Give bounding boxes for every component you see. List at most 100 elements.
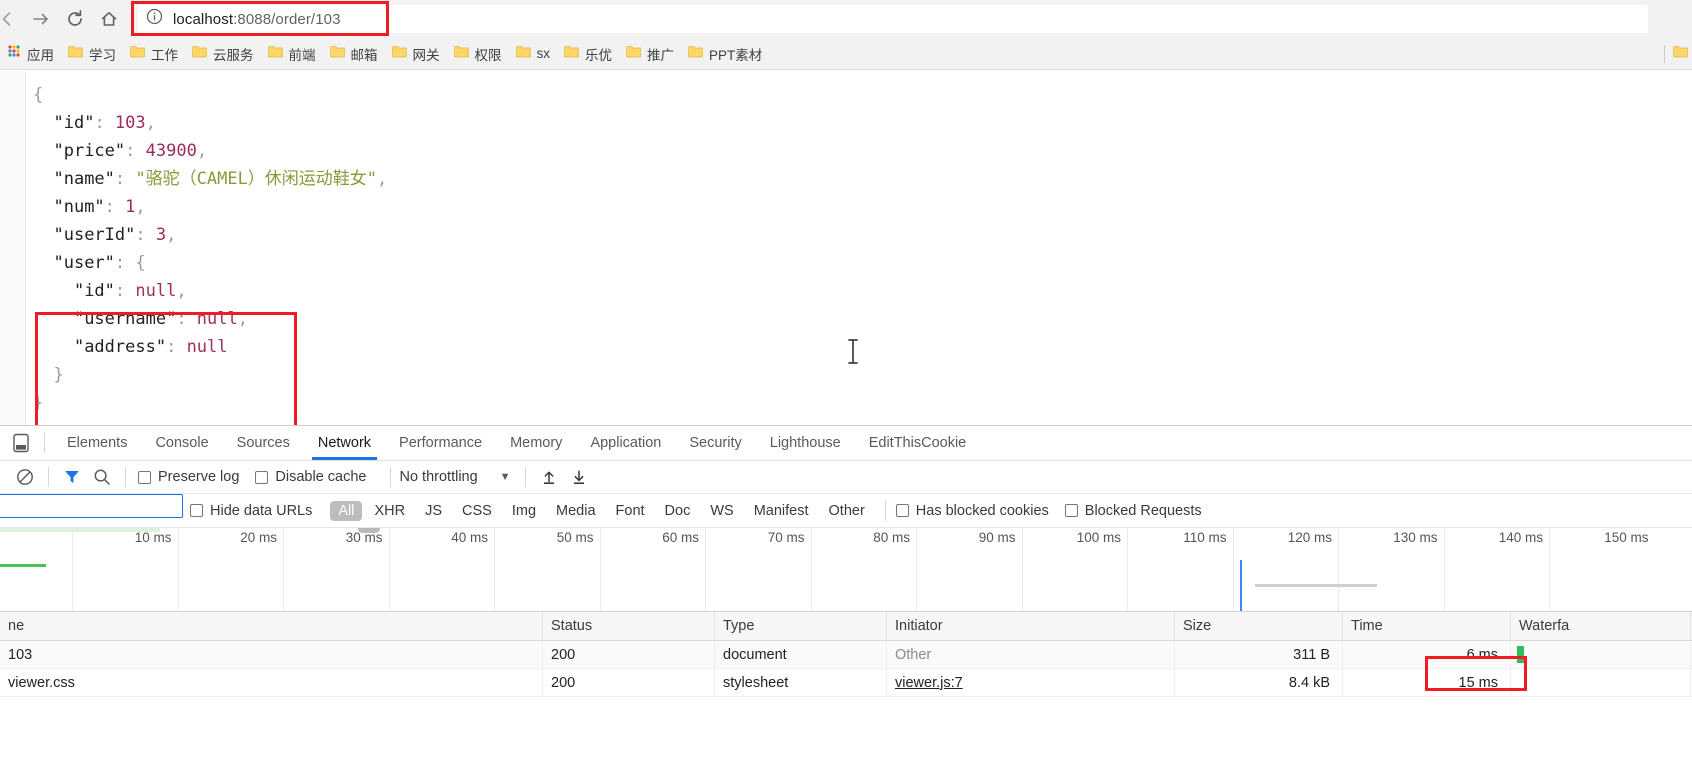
bookmark-item[interactable]: 学习 [61, 42, 123, 66]
filter-input[interactable] [0, 494, 183, 518]
bookmark-item[interactable]: 前端 [261, 42, 323, 66]
column-header-status[interactable]: Status [543, 611, 715, 641]
url-path: :8088/order/103 [233, 10, 341, 28]
json-token-punct: : [114, 253, 136, 273]
checkbox-box[interactable] [1064, 504, 1078, 517]
json-line: { [33, 81, 387, 109]
timeline-tick: 20 ms [177, 528, 284, 611]
network-timeline-overview[interactable]: 10 ms 20 ms 30 ms 40 ms 50 ms 60 ms 70 ms 80 ms… [0, 528, 1692, 612]
json-token-key: "userId" [53, 225, 136, 245]
bookmark-item[interactable]: 工作 [123, 42, 185, 66]
bookmark-item[interactable]: 云服务 [185, 42, 261, 66]
column-header-time[interactable]: Time [1343, 611, 1511, 641]
reload-icon[interactable] [58, 4, 92, 34]
initiator-link[interactable]: viewer.js:7 [895, 675, 963, 691]
type-chip-css[interactable]: CSS [454, 501, 500, 521]
tab-sources[interactable]: Sources [223, 426, 304, 460]
info-circle-icon[interactable] [146, 8, 163, 30]
timeline-tick: 60 ms [599, 528, 706, 611]
address-bar[interactable]: localhost:8088/order/103 [138, 5, 1648, 33]
json-token-null: null [186, 337, 228, 357]
divider [1664, 44, 1665, 63]
bookmark-item[interactable]: PPT素材 [681, 42, 769, 66]
tab-lighthouse[interactable]: Lighthouse [756, 426, 855, 460]
blocked-requests-checkbox[interactable]: Blocked Requests [1064, 503, 1202, 519]
bookmark-item[interactable]: 权限 [447, 42, 509, 66]
column-header-size[interactable]: Size [1175, 611, 1343, 641]
chevron-down-icon[interactable]: ▼ [500, 471, 511, 483]
bookmark-item[interactable]: 推广 [619, 42, 681, 66]
folder-icon [688, 45, 703, 63]
json-line: "username": null, [33, 305, 387, 333]
json-token-punct: : [94, 113, 115, 133]
cell-time: 15 ms [1343, 668, 1511, 697]
column-header-name[interactable]: ne [0, 611, 543, 641]
cell-initiator[interactable]: viewer.js:7 [887, 668, 1175, 697]
tab-application[interactable]: Application [576, 426, 675, 460]
json-line: "name": "骆驼（CAMEL）休闲运动鞋女", [33, 165, 387, 193]
bookmark-label: 邮箱 [350, 47, 378, 63]
checkbox-box[interactable] [895, 504, 909, 517]
back-icon[interactable] [0, 4, 24, 34]
type-chip-all[interactable]: All [330, 500, 363, 521]
tab-security[interactable]: Security [675, 426, 755, 460]
funnel-filter-icon[interactable] [57, 464, 87, 490]
disable-cache-checkbox[interactable]: Disable cache [255, 469, 366, 485]
timeline-drag-handle[interactable] [358, 528, 380, 533]
type-chip-ws[interactable]: WS [702, 501, 741, 521]
json-token-key: "address" [73, 337, 167, 357]
divider [125, 467, 126, 487]
table-row[interactable]: 103 200 document Other 311 B6 ms [0, 640, 1692, 669]
timeline-tick: 140 ms [1443, 528, 1550, 611]
type-chip-manifest[interactable]: Manifest [746, 501, 817, 521]
folder-icon [391, 45, 407, 63]
table-header-row: ne Status Type Initiator Size Time Waterfa [0, 611, 1692, 641]
preserve-log-checkbox[interactable]: Preserve log [138, 469, 239, 485]
json-token-punct: , [196, 141, 208, 161]
tab-elements[interactable]: Elements [53, 426, 141, 460]
search-icon[interactable] [87, 464, 117, 490]
bookmark-item[interactable]: 应用 [0, 42, 61, 66]
bookmark-item[interactable]: 网关 [385, 42, 447, 66]
throttling-dropdown[interactable]: No throttling ▼ [399, 469, 510, 485]
type-chip-font[interactable]: Font [608, 501, 653, 521]
bookmark-item[interactable]: 乐优 [557, 42, 619, 66]
checkbox-box[interactable] [138, 470, 151, 484]
import-har-icon[interactable] [534, 464, 564, 490]
table-row[interactable]: viewer.css 200 stylesheet viewer.js:7 8.4 kB… [0, 668, 1692, 697]
column-header-type[interactable]: Type [715, 611, 887, 641]
tab-console[interactable]: Console [141, 426, 222, 460]
hide-data-urls-checkbox[interactable]: Hide data URLs [190, 503, 312, 519]
folder-icon [453, 45, 469, 63]
type-chip-img[interactable]: Img [504, 501, 544, 521]
export-har-icon[interactable] [564, 464, 594, 490]
column-header-initiator[interactable]: Initiator [887, 611, 1175, 641]
type-chip-doc[interactable]: Doc [657, 501, 699, 521]
folder-icon[interactable] [1673, 45, 1688, 63]
clear-icon[interactable] [10, 464, 40, 490]
tab-performance[interactable]: Performance [385, 426, 496, 460]
type-chip-js[interactable]: JS [417, 501, 450, 521]
bookmark-item[interactable]: sx [509, 42, 558, 66]
bookmark-item[interactable]: 邮箱 [323, 42, 385, 66]
dock-panel-icon[interactable] [6, 433, 36, 453]
has-blocked-cookies-checkbox[interactable]: Has blocked cookies [895, 503, 1049, 519]
filter-input-wrapper [0, 494, 190, 527]
forward-icon[interactable] [24, 4, 58, 34]
tab-memory[interactable]: Memory [496, 426, 576, 460]
type-chip-media[interactable]: Media [548, 501, 604, 521]
type-chip-xhr[interactable]: XHR [366, 501, 413, 521]
checkbox-box[interactable] [255, 470, 269, 484]
hide-data-urls-label: Hide data URLs [210, 502, 313, 519]
json-line: "id": 103, [33, 109, 387, 137]
tab-network[interactable]: Network [304, 426, 385, 460]
tab-editthiscookie[interactable]: EditThisCookie [855, 426, 981, 460]
checkbox-box[interactable] [190, 504, 203, 517]
timeline-tick-label: 90 ms [978, 530, 1016, 545]
json-line: "userId": 3, [33, 221, 387, 249]
column-header-waterfall[interactable]: Waterfa [1511, 611, 1691, 641]
type-chip-other[interactable]: Other [821, 501, 873, 521]
json-token-punct: : [114, 169, 136, 189]
browser-toolbar: localhost:8088/order/103 [0, 0, 1692, 38]
home-icon[interactable] [92, 4, 126, 34]
